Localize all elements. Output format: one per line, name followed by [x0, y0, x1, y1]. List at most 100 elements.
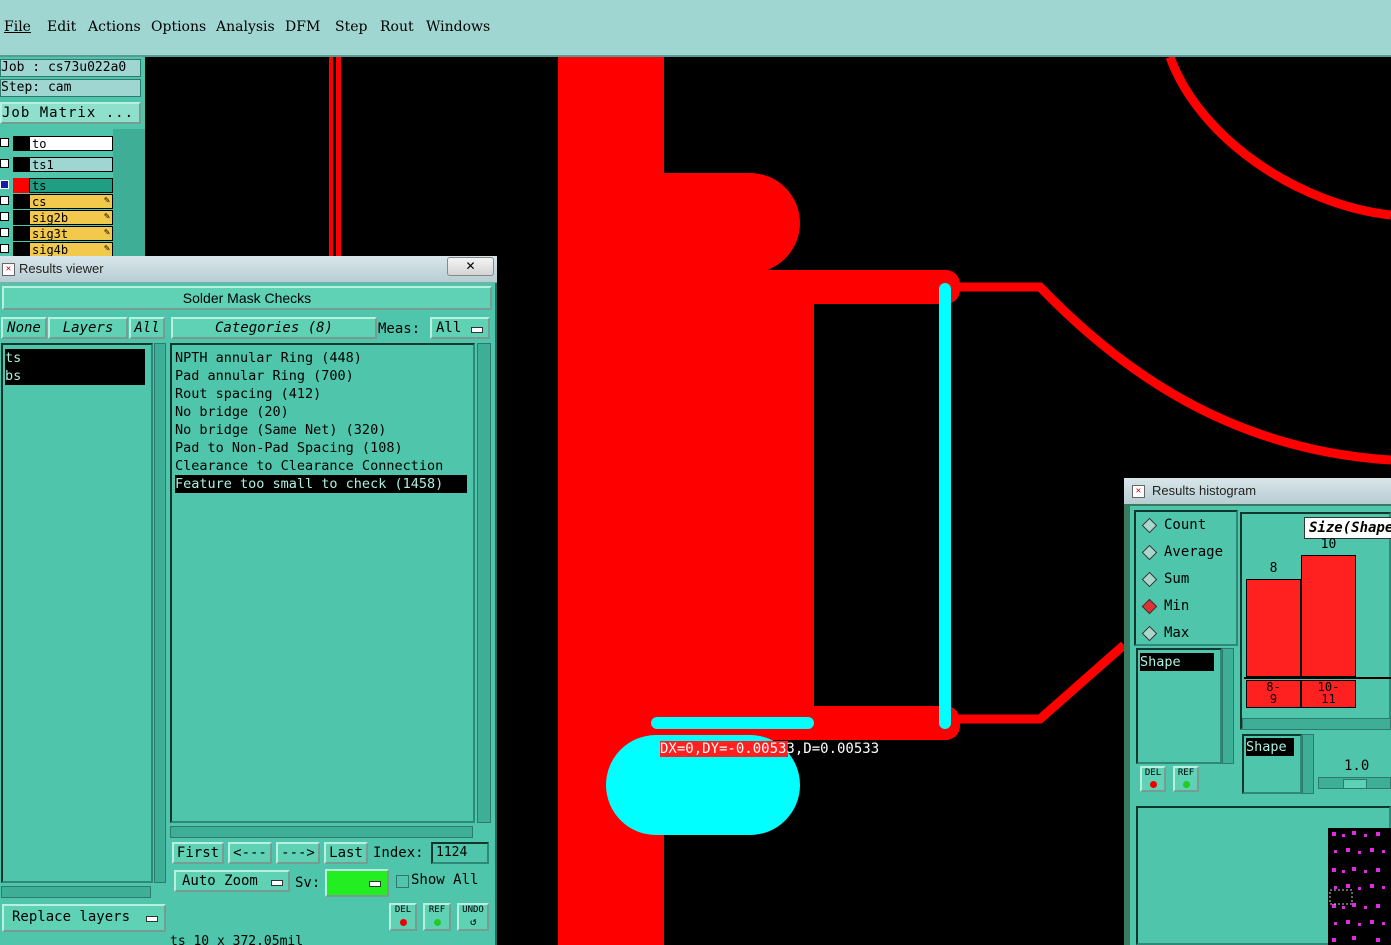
bin-label-bottom: 9 — [1269, 692, 1278, 706]
layers-button[interactable]: Layers — [48, 317, 128, 339]
menu-actions[interactable]: Actions — [88, 19, 141, 35]
histogram-titlebar[interactable]: ✕ Results histogram — [1124, 478, 1391, 504]
undo-icon: ↺ — [470, 915, 477, 928]
layer-name: sig2b — [29, 210, 113, 225]
diag-outline-bottom — [958, 641, 1127, 724]
layer-row-ts1[interactable]: ts1 — [0, 157, 113, 172]
shape-label-vscroll[interactable] — [1302, 734, 1314, 794]
layer-row-to[interactable]: to — [0, 136, 113, 151]
status-text: ts 10 x 372.05mil — [170, 935, 304, 945]
category-item[interactable]: Pad to Non-Pad Spacing (108) — [175, 439, 403, 457]
menu-file[interactable]: File — [4, 19, 31, 35]
ref-button[interactable]: REF — [423, 903, 451, 931]
red-dot-icon — [1150, 781, 1157, 788]
layer-list-item[interactable]: bs — [5, 367, 145, 385]
menu-options[interactable]: Options — [151, 19, 206, 35]
shape-label-box: Shape — [1242, 734, 1302, 794]
category-list[interactable]: NPTH annular Ring (448) Pad annular Ring… — [170, 343, 475, 823]
layer-name: sig3t — [29, 226, 113, 241]
layer-list[interactable]: ts bs — [1, 343, 153, 883]
menu-dfm[interactable]: DFM — [285, 19, 320, 35]
menu-windows[interactable]: Windows — [426, 19, 490, 35]
menu-rout[interactable]: Rout — [380, 19, 414, 35]
menu-step[interactable]: Step — [335, 19, 367, 35]
meas-label: Meas: — [378, 321, 421, 337]
layer-row-cs[interactable]: cs ✎ — [0, 194, 113, 209]
histogram-bar-label: 8- 9 — [1246, 680, 1301, 708]
histogram-bar-label: 10- 11 — [1301, 680, 1356, 708]
layer-list-hscroll[interactable] — [1, 886, 151, 898]
shape-list-vscroll[interactable] — [1222, 648, 1234, 764]
layer-color-swatch — [13, 226, 29, 241]
measure-line-vertical — [939, 283, 951, 729]
layer-row-ts[interactable]: ts — [0, 178, 113, 193]
results-viewer-titlebar[interactable]: ✕ Results viewer ✕ — [0, 256, 497, 283]
meas-dropdown[interactable]: All — [430, 317, 490, 339]
histogram-axis-title-text: Size(Shape — [1309, 520, 1391, 536]
category-item[interactable]: No bridge (20) — [175, 403, 289, 421]
layer-checkbox[interactable] — [0, 180, 9, 189]
index-value: 1124 — [436, 845, 468, 860]
meas-value: All — [436, 320, 462, 336]
job-matrix-button[interactable]: Job Matrix ... — [0, 102, 141, 124]
all-label: All — [134, 320, 160, 336]
histogram-bar[interactable] — [1301, 555, 1356, 677]
category-item[interactable]: No bridge (Same Net) (320) — [175, 421, 386, 439]
category-item-selected[interactable]: Feature too small to check (1458) — [175, 475, 467, 493]
status-bar: ts 10 x 372.05mil — [0, 935, 495, 945]
undo-button[interactable]: UNDO ↺ — [457, 903, 489, 931]
first-button[interactable]: First — [172, 842, 224, 864]
category-item[interactable]: Clearance to Clearance Connection — [175, 457, 443, 475]
none-button[interactable]: None — [1, 317, 47, 339]
layer-color-swatch — [13, 157, 29, 172]
replace-layers-dropdown[interactable]: Replace layers — [2, 904, 166, 932]
hist-ref-button[interactable]: REF — [1173, 766, 1199, 792]
menu-edit[interactable]: Edit — [47, 19, 76, 35]
layer-checkbox[interactable] — [0, 244, 9, 253]
app-icon: ✕ — [1132, 485, 1145, 498]
shape-list[interactable]: Shape — [1136, 648, 1222, 764]
layer-checkbox[interactable] — [0, 138, 9, 147]
index-input[interactable]: 1124 — [431, 842, 489, 864]
category-item[interactable]: Pad annular Ring (700) — [175, 367, 354, 385]
auto-zoom-dropdown[interactable]: Auto Zoom — [174, 870, 290, 892]
hist-del-button[interactable]: DEL — [1140, 766, 1166, 792]
prev-button[interactable]: <--- — [228, 842, 272, 864]
all-layers-button[interactable]: All — [129, 317, 165, 339]
layer-row-sig2b[interactable]: sig2b ✎ — [0, 210, 113, 225]
sv-color-dropdown[interactable] — [325, 869, 389, 897]
categories-button[interactable]: Categories (8) — [171, 317, 377, 339]
show-all-checkbox[interactable] — [396, 875, 409, 888]
none-label: None — [7, 320, 41, 336]
menu-analysis[interactable]: Analysis — [216, 19, 275, 35]
next-button[interactable]: ---> — [276, 842, 320, 864]
layer-checkbox[interactable] — [0, 196, 9, 205]
last-button[interactable]: Last — [324, 842, 368, 864]
close-button[interactable]: ✕ — [447, 257, 494, 276]
layer-row-sig3t[interactable]: sig3t ✎ — [0, 226, 113, 241]
layer-checkbox[interactable] — [0, 212, 9, 221]
job-panel: Job : cs73u022a0 Step: cam Job Matrix ..… — [0, 57, 145, 260]
scale-slider[interactable] — [1318, 777, 1391, 789]
layer-color-swatch — [13, 136, 29, 151]
layer-row-sig4b[interactable]: sig4b ✎ — [0, 242, 113, 257]
layer-list-vscroll[interactable] — [154, 343, 166, 883]
layer-checkbox[interactable] — [0, 228, 9, 237]
layer-checkbox[interactable] — [0, 159, 9, 168]
category-list-vscroll[interactable] — [477, 343, 491, 823]
shape-list-item[interactable]: Shape — [1140, 653, 1214, 671]
category-list-hscroll[interactable] — [170, 826, 473, 838]
layer-list-scroll[interactable] — [113, 129, 145, 260]
histogram-bar[interactable] — [1246, 579, 1301, 677]
category-item[interactable]: NPTH annular Ring (448) — [175, 349, 362, 367]
del-button[interactable]: DEL — [389, 903, 417, 931]
shape-label: Shape — [1246, 738, 1294, 756]
category-item[interactable]: Rout spacing (412) — [175, 385, 321, 403]
replace-layers-label: Replace layers — [12, 909, 131, 925]
job-name: Job : cs73u022a0 — [0, 59, 141, 77]
mode-label: Max — [1164, 625, 1190, 641]
histogram-hscroll[interactable] — [1242, 718, 1391, 730]
layer-list-item[interactable]: ts — [5, 349, 145, 367]
results-header: Solder Mask Checks — [2, 286, 492, 310]
slider-thumb[interactable] — [1343, 779, 1367, 789]
